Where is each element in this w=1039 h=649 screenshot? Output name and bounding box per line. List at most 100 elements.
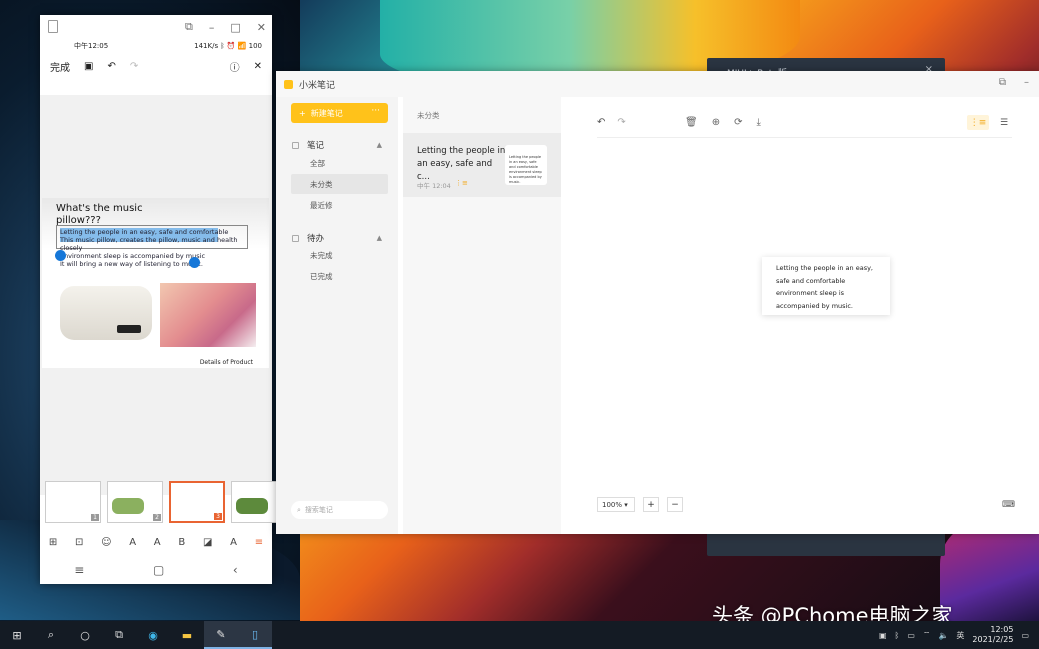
undo-icon[interactable]: ↶ [597, 117, 605, 128]
insert-icon[interactable]: ⊡ [75, 537, 83, 548]
battery-icon[interactable]: ▭ [907, 631, 915, 640]
system-tray: ▣ ᛒ ▭ ⌔ 🔈 英 12:05 2021/2/25 ▭ [879, 621, 1029, 649]
menu-icon[interactable]: ≡ [74, 563, 84, 577]
zoom-out-button[interactable]: − [667, 497, 683, 512]
save-icon[interactable]: ▣ [84, 61, 93, 72]
zoom-select[interactable]: 100% ▾ [597, 497, 635, 512]
notification-icon[interactable]: ▭ [1021, 631, 1029, 640]
undo-icon[interactable]: ↶ [107, 61, 115, 72]
home-icon[interactable]: ▢ [153, 563, 164, 577]
sidebar-item-uncategorized[interactable]: 未分类 [291, 174, 388, 194]
font-color-icon[interactable]: A [230, 537, 237, 548]
search-icon[interactable]: ⌕ [34, 621, 68, 649]
notes-titlebar: 小米笔记 ⧉ – [276, 71, 1039, 97]
miui-plus-icon[interactable]: ▯ [238, 621, 272, 649]
highlight-icon[interactable]: ◪ [203, 537, 212, 548]
taskbar: ⊞ ⌕ ○ ⧉ ◉ ▬ ✎ ▯ ▣ ᛒ ▭ ⌔ 🔈 英 12:05 2021/2… [0, 621, 1039, 649]
view-toggle: ⋮≡ ☰ [967, 115, 1015, 130]
task-view-icon[interactable]: ⧉ [102, 621, 136, 649]
bold-icon[interactable]: B [178, 537, 185, 548]
done-button[interactable]: 完成 [50, 59, 70, 74]
editor-tools: 🗑 ⊕ ⟳ ⤓ [685, 117, 761, 128]
network-icon[interactable]: ⌔ [923, 630, 931, 640]
chevron-up-icon[interactable]: ▲ [377, 234, 382, 242]
note-card[interactable]: Letting the people in an easy, safe and … [403, 133, 561, 197]
phone-icon [48, 20, 58, 33]
search-input[interactable]: ⌕ 搜索笔记 [291, 501, 388, 519]
note-list: 未分类 Letting the people in an easy, safe … [403, 97, 561, 534]
selection-handle-start[interactable] [55, 250, 66, 261]
font-decrease-icon[interactable]: A [129, 537, 136, 548]
editor-history-tools: ↶ ↷ [597, 117, 626, 128]
new-note-button[interactable]: + 新建笔记 ··· [291, 103, 388, 123]
move-icon[interactable]: ⊕ [712, 117, 720, 128]
group-todo[interactable]: 待办 ▲ [292, 232, 382, 244]
notes-icon [292, 141, 299, 149]
slide-thumbnail[interactable]: 1 [45, 481, 101, 523]
close-icon[interactable]: ✕ [257, 21, 266, 34]
group-notes[interactable]: 笔记 ▲ [292, 139, 382, 151]
history-icon[interactable]: ⟳ [734, 117, 742, 128]
pin-icon[interactable]: ⧉ [185, 20, 193, 34]
sidebar-item-complete[interactable]: 已完成 [291, 266, 388, 286]
align-icon[interactable]: ≡ [255, 537, 263, 548]
phone-toolbar: 完成 ▣ ↶ ↷ ⓘ ✕ [40, 53, 272, 79]
slide-thumbnails: 1 2 3 [40, 481, 287, 525]
mindmap-node[interactable]: Letting the people in an easy, safe and … [762, 257, 890, 315]
list-view-icon[interactable]: ☰ [993, 115, 1015, 130]
search-icon: ⌕ [297, 505, 301, 514]
ime-indicator[interactable]: 英 [956, 630, 964, 641]
info-icon[interactable]: ⓘ [230, 59, 240, 74]
checkbox-icon [292, 234, 299, 242]
minimize-icon[interactable]: – [209, 21, 215, 34]
note-editor[interactable]: ↶ ↷ 🗑 ⊕ ⟳ ⤓ ⋮≡ ☰ Letting the people in a… [567, 97, 1039, 534]
more-icon[interactable]: ··· [371, 106, 380, 116]
chevron-up-icon[interactable]: ▲ [377, 141, 382, 149]
slide[interactable]: What's the music pillow??? Letting the p… [42, 198, 269, 368]
start-icon[interactable]: ⊞ [0, 621, 34, 649]
slide-text[interactable]: Letting the people in an easy, safe and … [60, 228, 250, 268]
back-icon[interactable]: ‹ [233, 563, 238, 577]
notes-window[interactable]: 小米笔记 ⧉ – + 新建笔记 ··· 笔记 ▲ 全部 未分类 最近修 待办 ▲… [276, 71, 1039, 534]
delete-icon[interactable]: 🗑 [685, 117, 698, 128]
maximize-icon[interactable]: □ [230, 21, 240, 34]
grid-icon[interactable]: ⊞ [49, 537, 57, 548]
slide-thumbnail[interactable]: 2 [107, 481, 163, 523]
redo-icon[interactable]: ↷ [617, 117, 625, 128]
notes-tray-icon[interactable]: ▣ [879, 631, 887, 640]
pin-icon[interactable]: ⧉ [999, 77, 1006, 88]
bluetooth-icon[interactable]: ᛒ [895, 631, 900, 640]
device-image [117, 325, 141, 333]
minimize-icon[interactable]: – [1024, 77, 1029, 88]
slide-thumbnail-selected[interactable]: 3 [169, 481, 225, 523]
status-right: 141K/s ᛒ ⏰ 📶 100 [194, 42, 262, 50]
sidebar-item-recent[interactable]: 最近修 [291, 195, 388, 215]
phone-window-titlebar: ⧉ – □ ✕ [40, 15, 272, 39]
file-explorer-icon[interactable]: ▬ [170, 621, 204, 649]
edge-icon[interactable]: ◉ [136, 621, 170, 649]
note-tag-icon: ⋮≡ [455, 179, 468, 187]
phone-mirror-window[interactable]: ⧉ – □ ✕ 中午12:05 141K/s ᛒ ⏰ 📶 100 完成 ▣ ↶ … [40, 15, 287, 584]
selection-handle-end[interactable] [189, 257, 200, 268]
volume-icon[interactable]: 🔈 [938, 631, 948, 640]
app-icon[interactable]: ✎ [204, 621, 238, 649]
notes-app-title: 小米笔记 [299, 80, 336, 91]
zoom-in-button[interactable]: + [643, 497, 659, 512]
cortana-icon[interactable]: ○ [68, 621, 102, 649]
sidebar-item-incomplete[interactable]: 未完成 [291, 245, 388, 265]
zoom-controls: 100% ▾ + − [597, 497, 683, 512]
redo-icon[interactable]: ↷ [130, 61, 138, 72]
clock[interactable]: 12:05 2021/2/25 [972, 625, 1013, 645]
download-icon[interactable]: ⤓ [756, 117, 760, 128]
notes-logo-icon [284, 79, 293, 89]
phone-nav-bar: ≡ ▢ ‹ [40, 555, 272, 584]
phone-status-bar: 中午12:05 141K/s ᛒ ⏰ 📶 100 [40, 39, 272, 53]
sidebar-item-all[interactable]: 全部 [291, 153, 388, 173]
close-icon[interactable]: ✕ [254, 61, 262, 72]
font-increase-icon[interactable]: A [154, 537, 161, 548]
mindmap-view-icon[interactable]: ⋮≡ [967, 115, 989, 130]
plus-icon: + [299, 108, 306, 118]
keyboard-icon[interactable]: ⌨ [1002, 500, 1015, 510]
emoji-icon[interactable]: ☺ [101, 537, 111, 548]
format-toolbar: ⊞ ⊡ ☺ A A B ◪ A ≡ [40, 531, 272, 553]
